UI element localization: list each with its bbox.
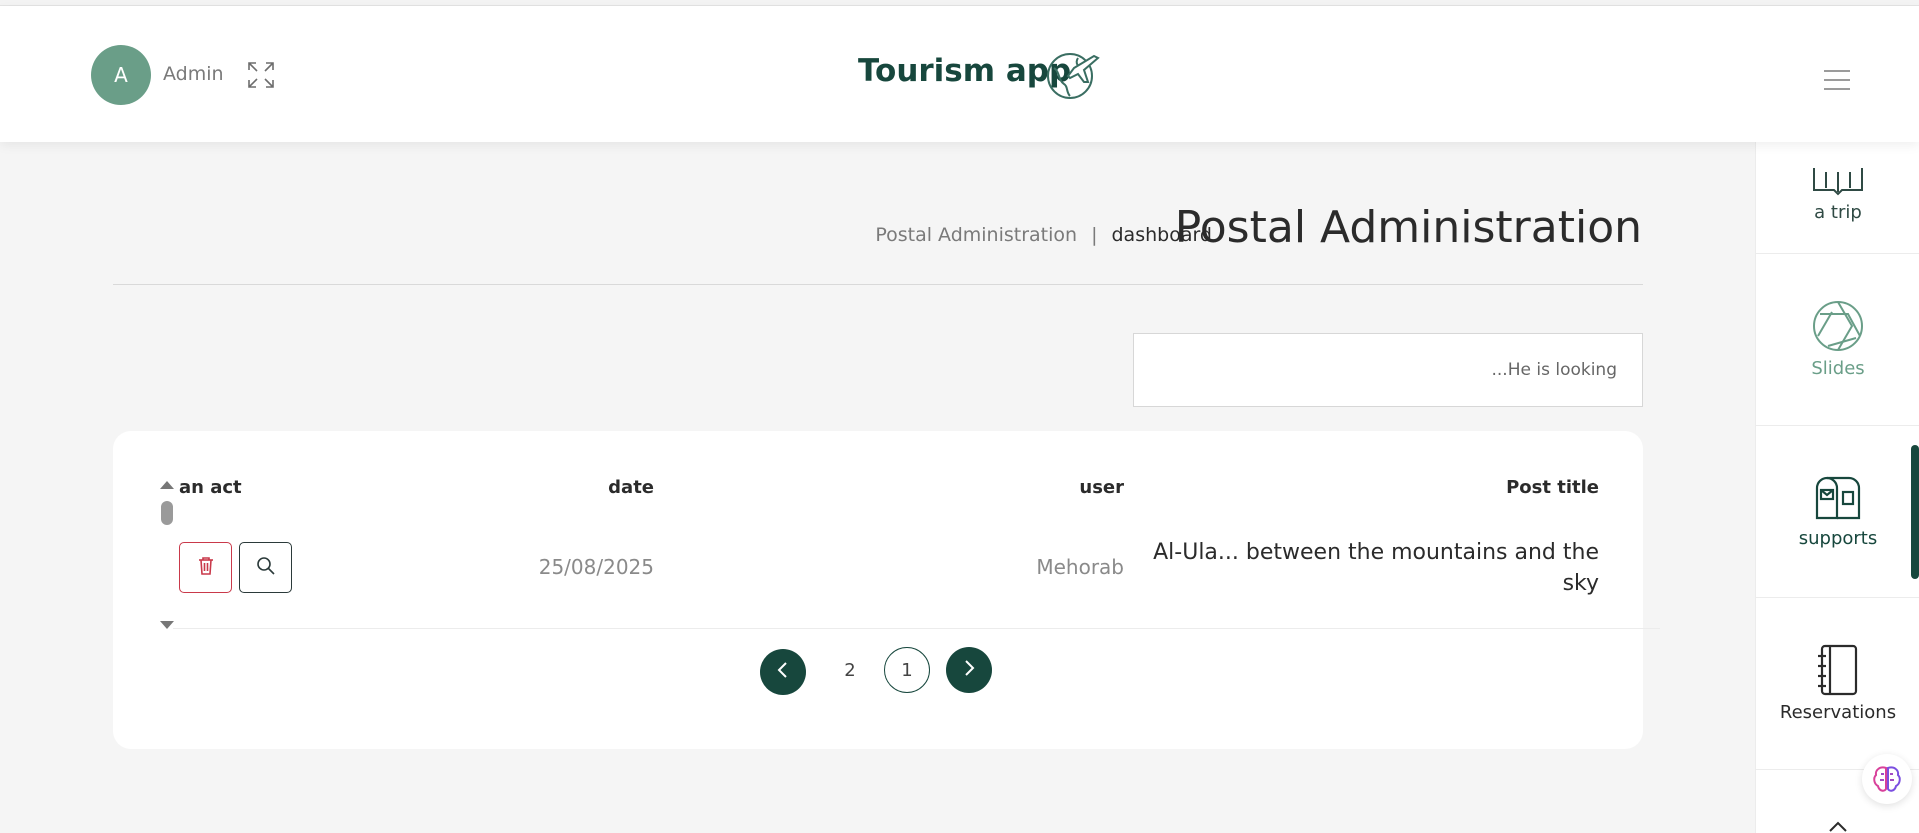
right-sidebar: a trip Slides supports Reservations [1755,142,1919,833]
page-button-1-active[interactable]: 1 [884,647,930,693]
book-open-icon [1812,168,1864,196]
page-title: Postal Administration [1174,202,1642,253]
cell-user: Mehorab [1036,555,1124,579]
avatar[interactable]: A [91,45,151,105]
view-button[interactable] [239,542,292,593]
breadcrumb-separator: | [1091,224,1098,246]
fullscreen-icon[interactable] [246,60,276,90]
search-input[interactable] [1133,333,1643,407]
delete-button[interactable] [179,542,232,593]
breadcrumb: Postal Administration | dashboard [875,224,1212,246]
mailbox-icon [1813,474,1863,522]
chevron-left-icon [776,660,790,684]
trash-icon [198,556,214,579]
assistant-brain-icon[interactable] [1862,754,1912,804]
app-title: Tourism app [858,53,1072,89]
sidebar-item-label: Reservations [1779,702,1897,723]
notebook-icon [1816,644,1860,696]
search-icon [256,556,276,579]
post-title-line: sky [1562,571,1599,596]
top-header: A Admin Tourism app [0,6,1919,142]
page-button-2[interactable]: 2 [835,647,865,693]
post-title-line: Al-Ula... between the mountains and the [1153,540,1599,565]
breadcrumb-current[interactable]: dashboard [1111,224,1212,246]
sidebar-item-slides[interactable]: Slides [1756,254,1919,426]
chevron-up-icon[interactable] [1826,818,1850,833]
sidebar-item-label: supports [1798,528,1878,549]
row-divider [173,628,1660,629]
chevron-right-icon [962,658,976,682]
column-header-post-title[interactable]: Post title [1506,477,1599,498]
previous-page-button[interactable] [760,649,806,695]
table-scrollbar-thumb[interactable] [161,501,173,525]
menu-icon[interactable] [1822,68,1852,92]
sidebar-item-supports[interactable]: supports [1756,426,1919,598]
cell-date: 25/08/2025 [538,555,654,579]
sidebar-item-reservations[interactable]: Reservations [1756,598,1919,770]
aperture-icon [1812,300,1864,352]
sidebar-item-label: Slides [1811,358,1865,379]
column-header-date[interactable]: date [608,477,654,498]
user-name[interactable]: Admin [163,63,224,85]
column-header-user[interactable]: user [1079,477,1124,498]
sidebar-item-label: a trip [1814,202,1862,223]
globe-plane-logo-icon [1044,46,1100,102]
next-page-button[interactable] [946,647,992,693]
column-header-action: an act [179,477,242,498]
cell-post-title: Al-Ula... between the mountains and the … [1153,537,1599,599]
divider [113,284,1643,285]
avatar-initial: A [114,63,128,87]
sidebar-scrollbar[interactable] [1911,445,1919,579]
scroll-up-arrow[interactable] [160,481,174,489]
posts-table-card: an act date user Post title 25/08/2025 M… [113,431,1660,749]
breadcrumb-parent[interactable]: Postal Administration [875,224,1077,246]
scroll-down-arrow[interactable] [160,621,174,629]
